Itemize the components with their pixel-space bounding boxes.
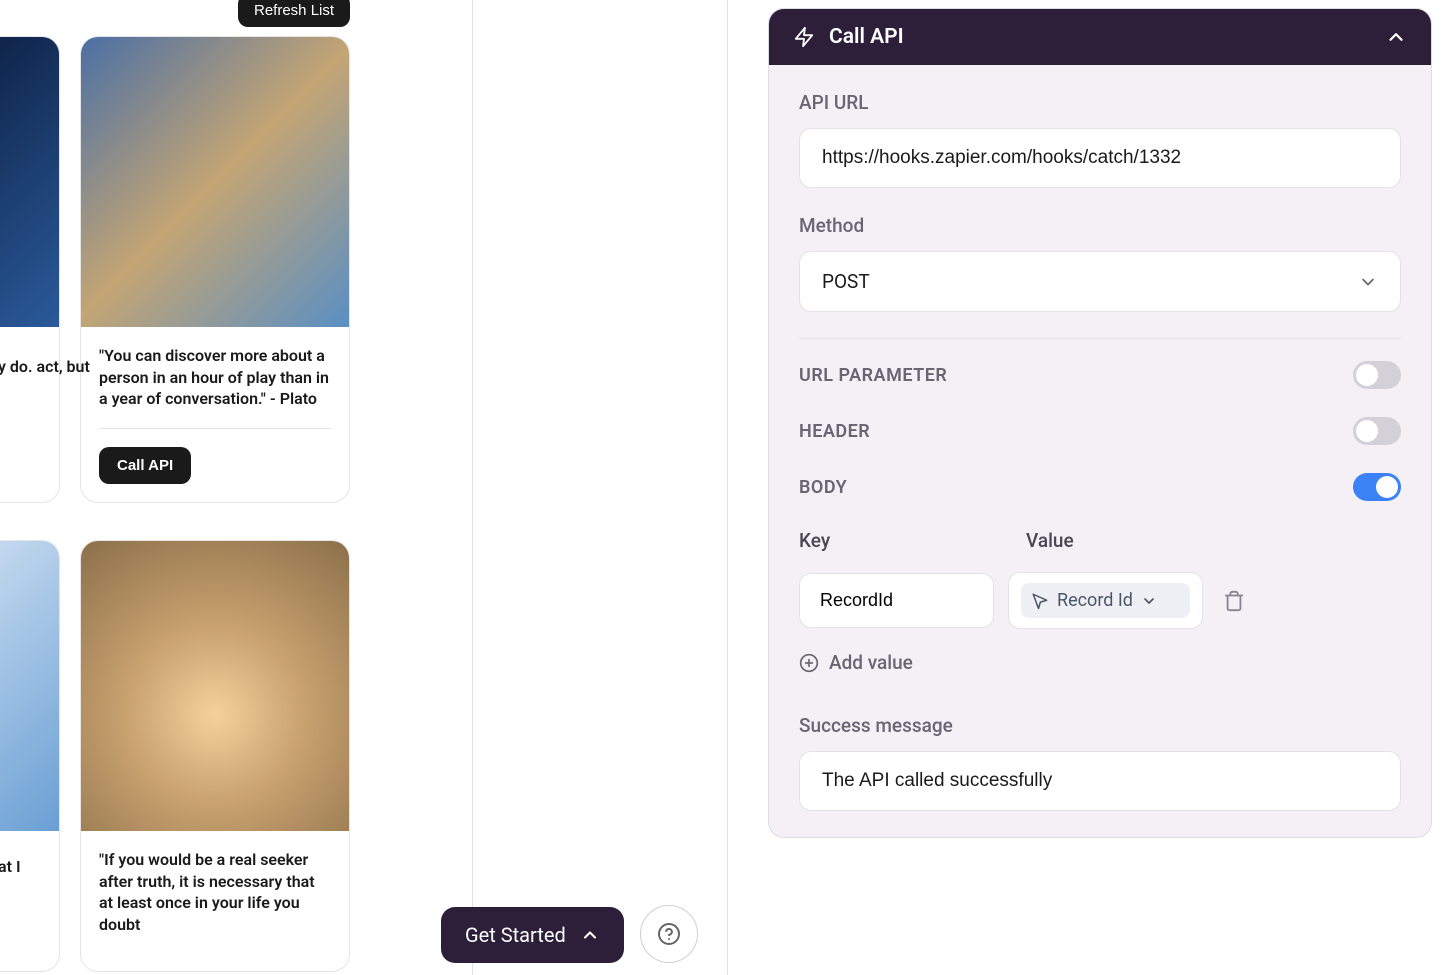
- add-value-label: Add value: [829, 651, 913, 674]
- panel-body: API URL Method POST URL PARAMETER HEADER: [769, 65, 1431, 837]
- body-row: BODY: [799, 473, 1401, 501]
- lightning-icon: [793, 26, 815, 48]
- card-image: [81, 37, 349, 327]
- partial-card-text: y do. act, but: [0, 356, 90, 378]
- plus-circle-icon: [799, 653, 819, 673]
- center-panel: [472, 0, 728, 975]
- value-column-label: Value: [1026, 529, 1074, 552]
- chevron-down-icon: [1141, 593, 1157, 609]
- header-label: HEADER: [799, 421, 870, 442]
- api-url-input[interactable]: [799, 128, 1401, 188]
- partial-card-text: at I: [0, 857, 21, 876]
- quote-text: "If you would be a real seeker after tru…: [99, 849, 331, 935]
- help-button[interactable]: [640, 905, 698, 963]
- panel-header[interactable]: Call API: [769, 9, 1431, 65]
- api-url-field: API URL: [799, 91, 1401, 188]
- method-select[interactable]: POST: [799, 251, 1401, 312]
- body-kv-row: Record Id: [799, 572, 1401, 629]
- url-parameter-toggle[interactable]: [1353, 361, 1401, 389]
- url-parameter-row: URL PARAMETER: [799, 361, 1401, 389]
- card-image: [81, 541, 349, 831]
- call-api-button[interactable]: Call API: [99, 447, 191, 484]
- question-icon: [657, 922, 681, 946]
- card-image: [0, 37, 59, 327]
- refresh-list-button[interactable]: Refresh List: [238, 0, 350, 27]
- trash-icon: [1223, 590, 1245, 612]
- card-divider: [99, 428, 331, 429]
- card-partial: [0, 36, 60, 503]
- card-row: "You can discover more about a person in…: [0, 36, 350, 503]
- body-label: BODY: [799, 477, 847, 498]
- quote-text: "You can discover more about a person in…: [99, 345, 331, 410]
- card-body: "You can discover more about a person in…: [81, 327, 349, 502]
- success-message-input[interactable]: [799, 751, 1401, 811]
- card-image: [0, 541, 59, 831]
- card: "You can discover more about a person in…: [80, 36, 350, 503]
- card-body: "If you would be a real seeker after tru…: [81, 831, 349, 971]
- chevron-up-icon[interactable]: [1385, 26, 1407, 48]
- card-row: "If you would be a real seeker after tru…: [0, 540, 350, 972]
- call-api-panel: Call API API URL Method POST URL PARAMET…: [768, 8, 1432, 838]
- method-value: POST: [822, 270, 870, 293]
- value-pill-label: Record Id: [1057, 590, 1133, 611]
- get-started-label: Get Started: [465, 923, 566, 947]
- key-column-label: Key: [799, 529, 994, 552]
- header-row: HEADER: [799, 417, 1401, 445]
- value-field[interactable]: Record Id: [1008, 572, 1203, 629]
- cursor-icon: [1031, 592, 1049, 610]
- header-toggle[interactable]: [1353, 417, 1401, 445]
- success-message-label: Success message: [799, 714, 1401, 737]
- cards-section: Refresh List "You can discover more abou…: [0, 0, 360, 975]
- chevron-up-icon: [580, 925, 600, 945]
- card: "If you would be a real seeker after tru…: [80, 540, 350, 972]
- key-input[interactable]: [799, 573, 994, 628]
- chevron-down-icon: [1358, 272, 1378, 292]
- panel-title: Call API: [829, 25, 904, 49]
- kv-header: Key Value: [799, 529, 1401, 562]
- add-value-button[interactable]: Add value: [799, 651, 1401, 674]
- method-field: Method POST: [799, 214, 1401, 312]
- method-label: Method: [799, 214, 1401, 237]
- divider: [799, 338, 1401, 339]
- delete-row-button[interactable]: [1223, 590, 1245, 612]
- config-sidebar: Call API API URL Method POST URL PARAMET…: [728, 0, 1448, 975]
- body-toggle[interactable]: [1353, 473, 1401, 501]
- url-parameter-label: URL PARAMETER: [799, 365, 947, 386]
- api-url-label: API URL: [799, 91, 1401, 114]
- get-started-button[interactable]: Get Started: [441, 907, 624, 963]
- card-partial: [0, 540, 60, 972]
